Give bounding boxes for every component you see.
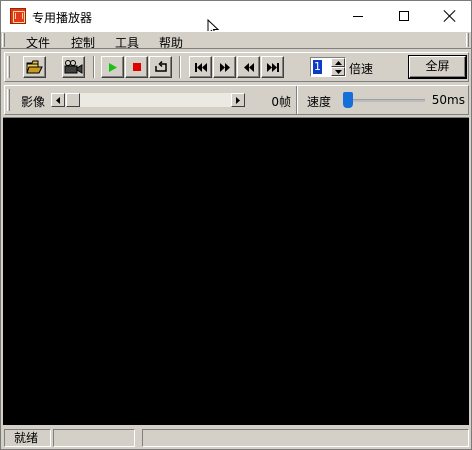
timeline-bar: 影像 0帧 速度 50ms <box>4 85 469 115</box>
stepper-down-button[interactable] <box>331 67 345 76</box>
toolbar: 1 倍速 全屏 <box>4 52 469 82</box>
toolbar-grip[interactable] <box>7 56 10 78</box>
speed-slider-thumb[interactable] <box>343 92 353 108</box>
play-button[interactable] <box>101 56 124 78</box>
speed-multiplier-stepper[interactable]: 1 <box>310 57 346 77</box>
menubar-grip-right[interactable] <box>466 33 469 47</box>
chevron-left-icon <box>56 96 60 104</box>
speed-slider-track[interactable] <box>347 99 425 102</box>
stop-button[interactable] <box>125 56 148 78</box>
skip-to-start-icon <box>194 62 207 72</box>
capture-button[interactable] <box>62 56 85 78</box>
skip-to-end-icon <box>266 62 279 72</box>
minimize-icon <box>353 15 363 17</box>
open-button[interactable] <box>23 56 46 78</box>
speed-multiplier-value[interactable]: 1 <box>313 60 322 74</box>
video-display[interactable] <box>3 117 469 425</box>
menu-help[interactable]: 帮助 <box>159 34 183 51</box>
fullscreen-button[interactable]: 全屏 <box>409 56 466 78</box>
menu-bar: 文件 控制 工具 帮助 <box>1 31 471 51</box>
toolbar-separator <box>93 56 95 78</box>
stepper-buttons <box>331 58 345 76</box>
scroll-right-button[interactable] <box>231 93 245 107</box>
menu-file[interactable]: 文件 <box>26 34 50 51</box>
loop-icon <box>154 61 167 72</box>
scroll-left-button[interactable] <box>51 93 65 107</box>
main-window: 专用播放器 文件 控制 工具 帮助 1 倍速 全屏 影像 0帧 速度 50ms … <box>0 0 472 450</box>
chevron-right-icon <box>236 96 240 104</box>
fast-forward-button[interactable] <box>213 56 236 78</box>
rewind-button[interactable] <box>237 56 260 78</box>
window-title: 专用播放器 <box>32 11 93 25</box>
app-film-icon <box>10 8 26 24</box>
toolbar-separator <box>179 56 181 78</box>
chevron-down-icon <box>334 69 342 74</box>
timeline-grip[interactable] <box>7 89 10 111</box>
skip-end-button[interactable] <box>261 56 284 78</box>
stepper-up-button[interactable] <box>331 58 345 67</box>
stop-icon <box>132 63 141 71</box>
skip-start-button[interactable] <box>189 56 212 78</box>
open-folder-icon <box>26 60 43 74</box>
close-button[interactable] <box>427 1 472 31</box>
rewind-icon <box>243 62 254 72</box>
title-bar[interactable]: 专用播放器 <box>1 1 471 31</box>
loop-button[interactable] <box>149 56 172 78</box>
status-pane-2 <box>53 429 135 447</box>
film-label: 影像 <box>21 95 46 109</box>
maximize-button[interactable] <box>381 1 427 31</box>
menubar-grip[interactable] <box>2 33 5 47</box>
minimize-button[interactable] <box>335 1 381 31</box>
frame-scrollbar[interactable] <box>50 92 246 108</box>
menu-tools[interactable]: 工具 <box>115 34 139 51</box>
speed-ms-value: 50ms <box>431 93 465 107</box>
fast-forward-icon <box>219 62 230 72</box>
menu-control[interactable]: 控制 <box>71 34 95 51</box>
close-icon <box>444 10 456 22</box>
maximize-icon <box>399 11 409 21</box>
speed-multiplier-label: 倍速 <box>349 62 374 76</box>
status-text: 就绪 <box>4 429 51 447</box>
speed-label: 速度 <box>307 95 332 109</box>
camera-icon <box>64 60 83 74</box>
status-bar: 就绪 <box>1 427 471 449</box>
chevron-up-icon <box>334 60 342 65</box>
frame-count: 0帧 <box>271 95 291 109</box>
bar-separator <box>296 86 298 114</box>
play-icon <box>109 62 117 72</box>
scroll-thumb[interactable] <box>66 93 80 107</box>
status-pane-3 <box>142 429 469 447</box>
